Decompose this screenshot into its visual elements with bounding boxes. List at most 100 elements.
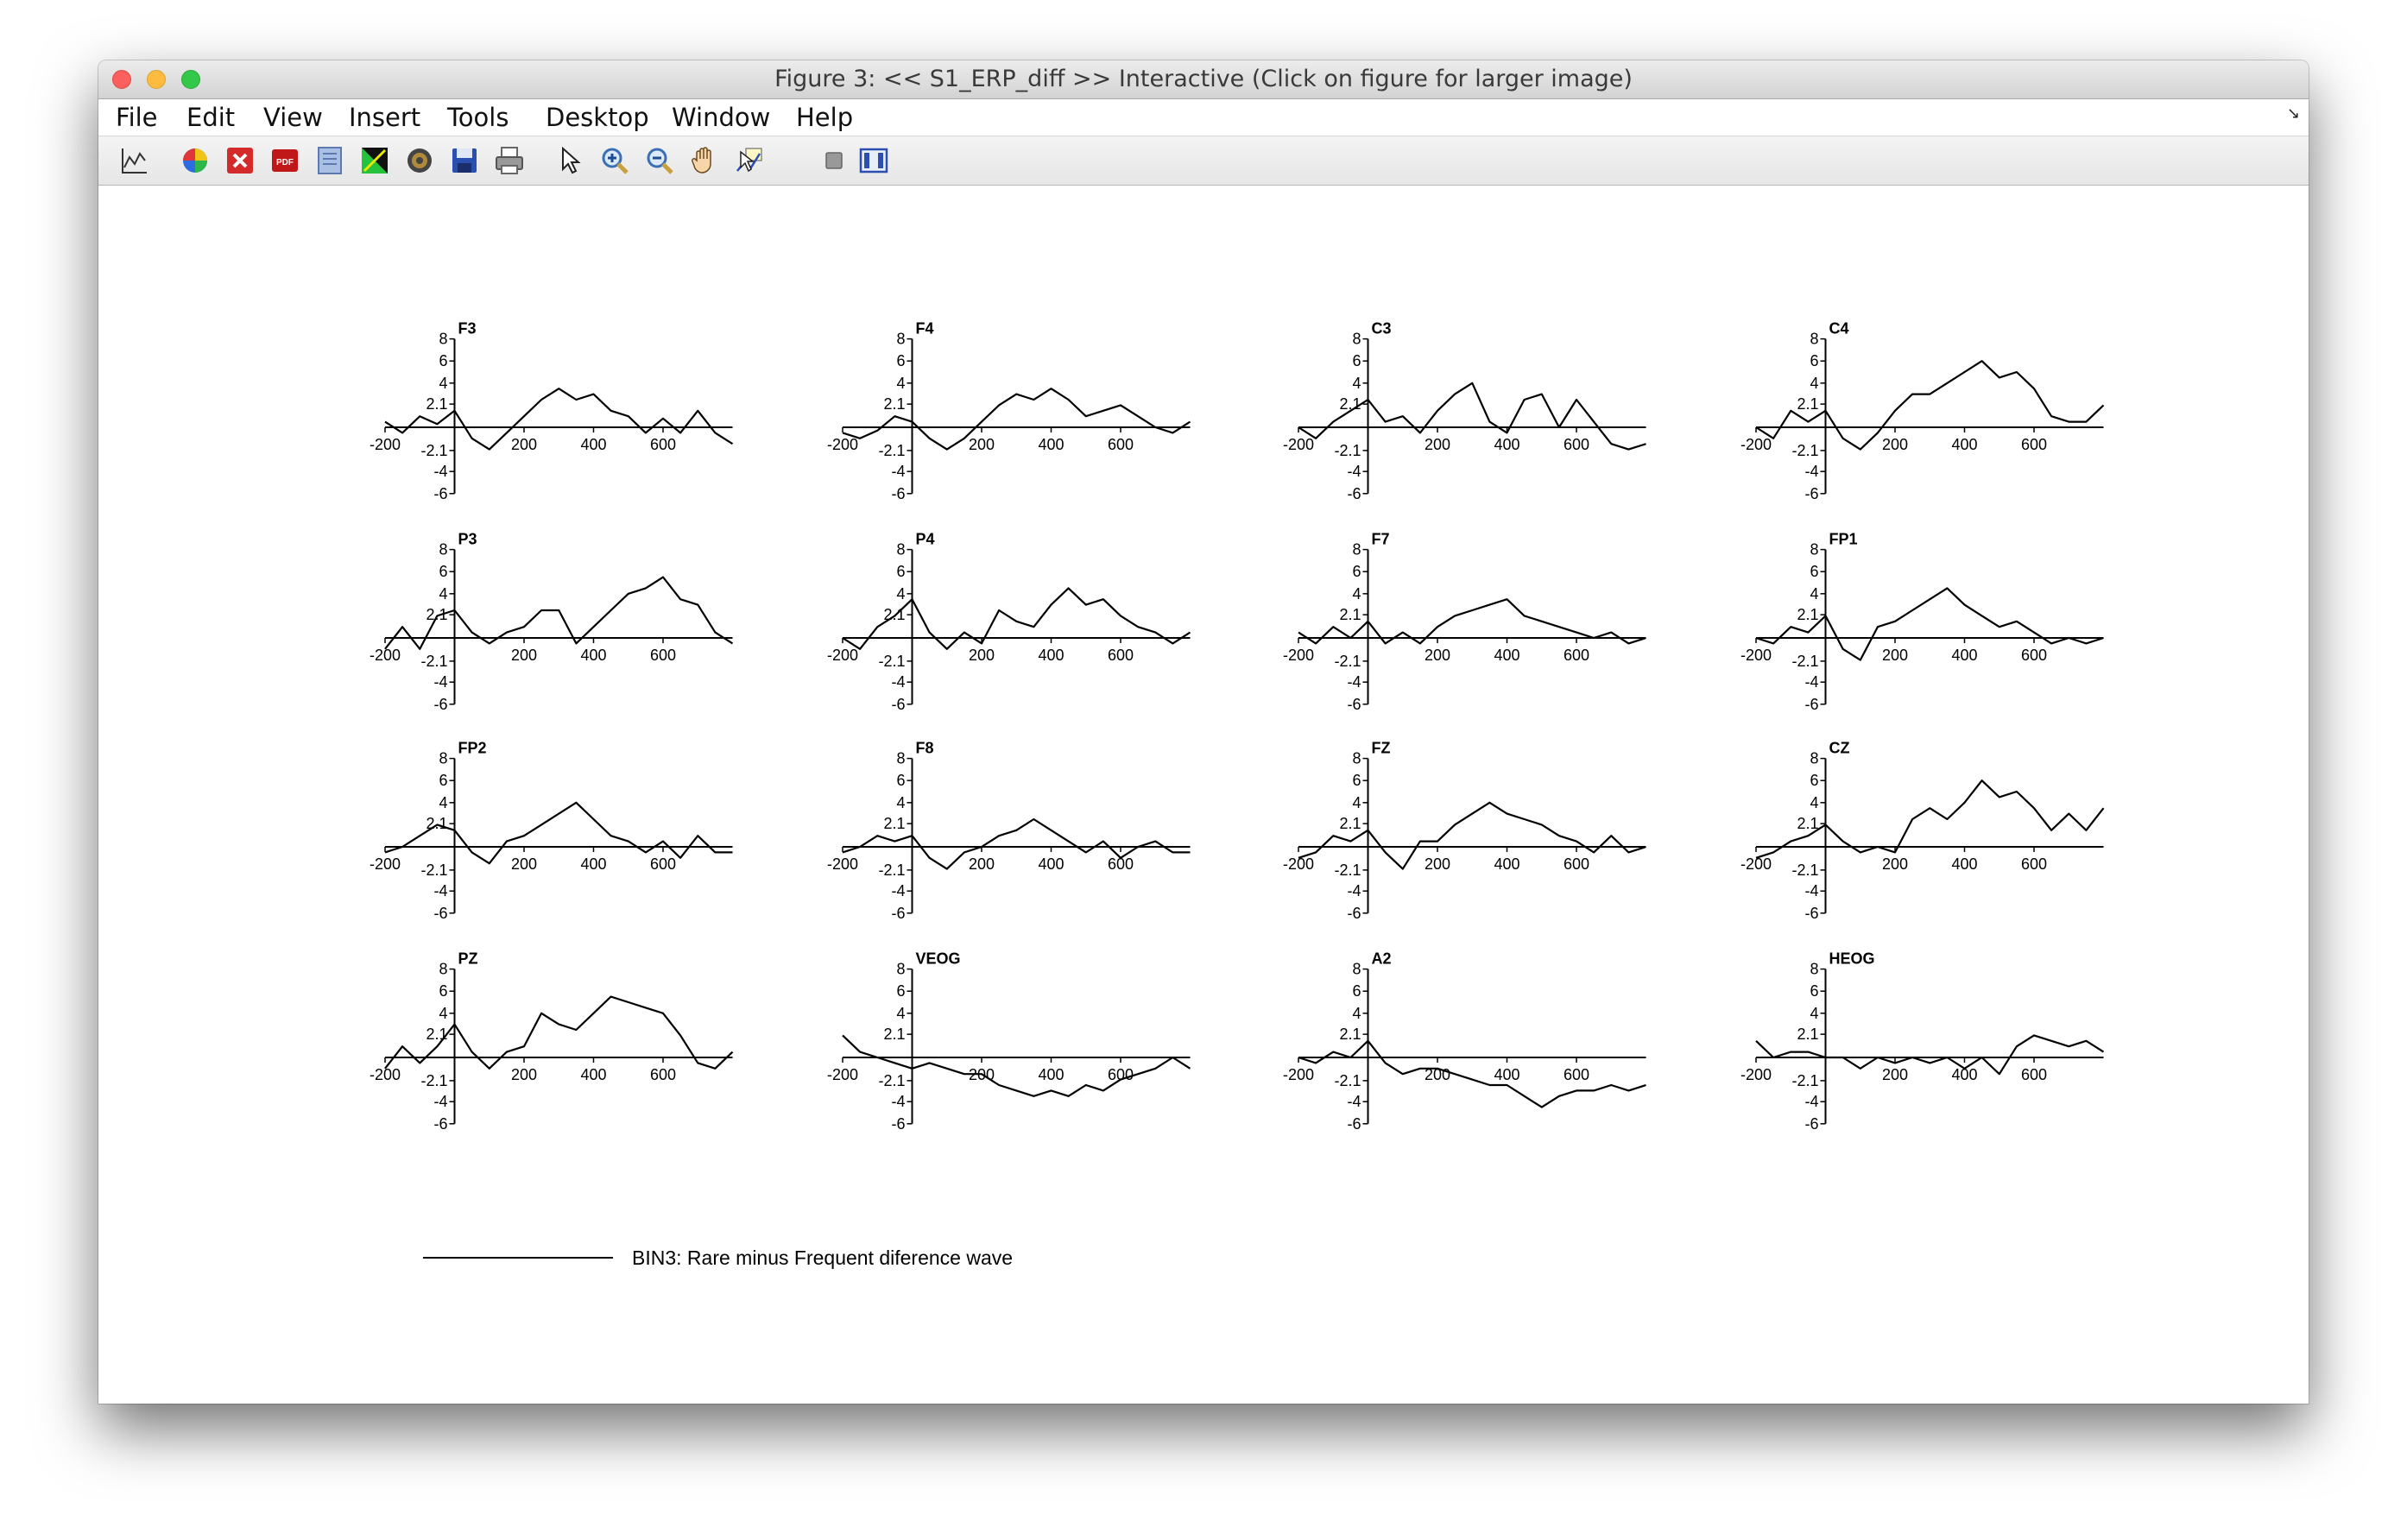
x-tick-label: 400 — [580, 436, 606, 453]
x-tick-label: 200 — [511, 436, 537, 453]
topography-icon[interactable] — [359, 145, 390, 176]
y-tick-label: 8 — [439, 961, 447, 978]
menu-desktop[interactable]: Desktop — [546, 99, 649, 136]
y-tick-label: 4 — [439, 585, 447, 603]
x-tick-label: 400 — [1494, 647, 1519, 664]
y-tick-label: -6 — [1804, 485, 1818, 502]
y-tick-label: 4 — [1352, 1005, 1361, 1022]
y-tick-label: -4 — [433, 673, 447, 691]
legend-label: BIN3: Rare minus Frequent diference wave — [632, 1247, 1013, 1269]
channel-label: CZ — [1829, 740, 1850, 757]
menu-tools[interactable]: Tools — [447, 99, 509, 136]
colormap-icon[interactable] — [180, 145, 211, 176]
x-tick-label: -200 — [370, 1066, 401, 1083]
y-tick-label: 8 — [439, 750, 447, 767]
y-tick-label: -2.1 — [420, 653, 447, 670]
x-tick-label: 200 — [1425, 855, 1450, 873]
menu-edit[interactable]: Edit — [186, 99, 235, 136]
x-tick-label: 600 — [1108, 647, 1134, 664]
x-tick-label: 600 — [1564, 647, 1589, 664]
data-cursor-icon[interactable] — [734, 145, 765, 176]
y-tick-label: -2.1 — [1791, 442, 1818, 459]
channel-label: PZ — [458, 950, 478, 968]
channel-plot-f8: 8642.1-2.1-4-6-200 200 400 600F8 — [827, 740, 1191, 922]
close-red-icon[interactable] — [224, 145, 256, 176]
waveform-line — [1298, 801, 1646, 870]
x-tick-label: 200 — [969, 855, 995, 873]
y-tick-label: 6 — [896, 982, 905, 1000]
y-tick-label: 4 — [896, 794, 905, 811]
plot-tools-icon[interactable] — [119, 145, 150, 176]
y-tick-label: -6 — [433, 485, 447, 502]
menu-insert[interactable]: Insert — [349, 99, 420, 136]
y-tick-label: -2.1 — [1334, 442, 1361, 459]
y-tick-label: -2.1 — [1791, 653, 1818, 670]
menu-window[interactable]: Window — [672, 99, 770, 136]
y-tick-label: 4 — [1810, 794, 1818, 811]
target-icon[interactable] — [404, 145, 435, 176]
y-tick-label: -4 — [1347, 1093, 1361, 1110]
hide-plot-tools-icon[interactable] — [818, 145, 850, 176]
y-tick-label: 4 — [439, 375, 447, 392]
y-tick-label: -6 — [891, 1115, 905, 1133]
pdf-icon[interactable]: PDF — [269, 145, 300, 176]
x-tick-label: 200 — [1882, 855, 1908, 873]
menu-help[interactable]: Help — [796, 99, 853, 136]
channel-label: FP1 — [1829, 531, 1858, 548]
y-tick-label: 2.1 — [426, 395, 447, 413]
pan-hand-icon[interactable] — [689, 145, 720, 176]
y-tick-label: 4 — [439, 1005, 447, 1022]
erp-grid-chart: 8 6 4 2.1 -2.1 -4 -6 -200 200 400 600 F3 8 6 4 2.1 -2.1 -… — [370, 320, 2105, 1269]
y-tick-label: 6 — [439, 563, 447, 580]
y-tick-label: -6 — [1347, 696, 1361, 713]
x-tick-label: 600 — [650, 1066, 676, 1083]
y-tick-label: -4 — [1804, 1093, 1818, 1110]
x-tick-label: 200 — [511, 647, 537, 664]
x-tick-label: 200 — [511, 855, 537, 873]
title-bar[interactable]: Figure 3: << S1_ERP_diff >> Interactive … — [98, 60, 2309, 99]
figure-canvas[interactable]: 8 6 4 2.1 -2.1 -4 -6 -200 200 400 600 F3 8 6 4 2.1 -2.1 -… — [98, 186, 2309, 1404]
save-icon[interactable] — [449, 145, 480, 176]
y-tick-label: 6 — [1352, 772, 1361, 789]
channel-plot-f7: 8 6 4 2.1 -2.1 -4 -6 -200 200 400 600 F7 — [1283, 531, 1646, 713]
y-tick-label: 6 — [1810, 772, 1818, 789]
x-tick-label: 600 — [1564, 855, 1589, 873]
y-tick-label: 2.1 — [1797, 1026, 1818, 1043]
x-tick-label: -200 — [370, 855, 401, 873]
y-tick-label: 8 — [1352, 750, 1361, 767]
channel-plot-cz: 8 6 4 2.1 -2.1 -4 -6 -200 200 400 600 CZ — [1740, 740, 2105, 922]
y-tick-label: -2.1 — [878, 862, 905, 879]
y-tick-label: 8 — [1352, 961, 1361, 978]
channel-label: P4 — [916, 531, 935, 548]
y-tick-label: -4 — [1804, 673, 1818, 691]
zoom-in-icon[interactable] — [599, 145, 630, 176]
y-tick-label: 6 — [439, 352, 447, 369]
waveform-line — [1755, 587, 2104, 661]
waveform-line — [384, 801, 733, 865]
y-tick-label: -2.1 — [1334, 1072, 1361, 1089]
print-icon[interactable] — [494, 145, 525, 176]
y-tick-label: 4 — [896, 1005, 905, 1022]
x-tick-label: 600 — [650, 436, 676, 453]
y-tick-label: -2.1 — [1334, 653, 1361, 670]
y-tick-label: -4 — [1347, 673, 1361, 691]
y-tick-label: -4 — [1804, 882, 1818, 899]
menu-file[interactable]: File — [116, 99, 158, 136]
y-tick-label: -4 — [891, 463, 905, 480]
y-tick-label: 4 — [439, 794, 447, 811]
dock-arrow-icon[interactable]: ↘ — [2287, 104, 2300, 123]
x-tick-label: 400 — [1494, 1066, 1519, 1083]
x-tick-label: 200 — [1882, 436, 1908, 453]
page-icon[interactable] — [314, 145, 345, 176]
menu-view[interactable]: View — [263, 99, 323, 136]
pointer-arrow-icon[interactable] — [554, 145, 585, 176]
show-plot-tools-icon[interactable] — [858, 145, 889, 176]
y-tick-label: 2.1 — [1339, 1026, 1361, 1043]
y-tick-label: -4 — [433, 1093, 447, 1110]
y-tick-label: 8 — [1810, 750, 1818, 767]
x-tick-label: 400 — [1494, 436, 1519, 453]
channel-plot-fp1: 8 6 4 2.1 -2.1 -4 -6 -200 200 400 600 FP1 — [1740, 531, 2104, 713]
channel-plot-pz: 8 6 4 2.1 -2.1 -4 -6 -200 200 400 600 PZ — [370, 950, 734, 1133]
zoom-out-icon[interactable] — [644, 145, 675, 176]
x-tick-label: 400 — [1038, 1066, 1064, 1083]
